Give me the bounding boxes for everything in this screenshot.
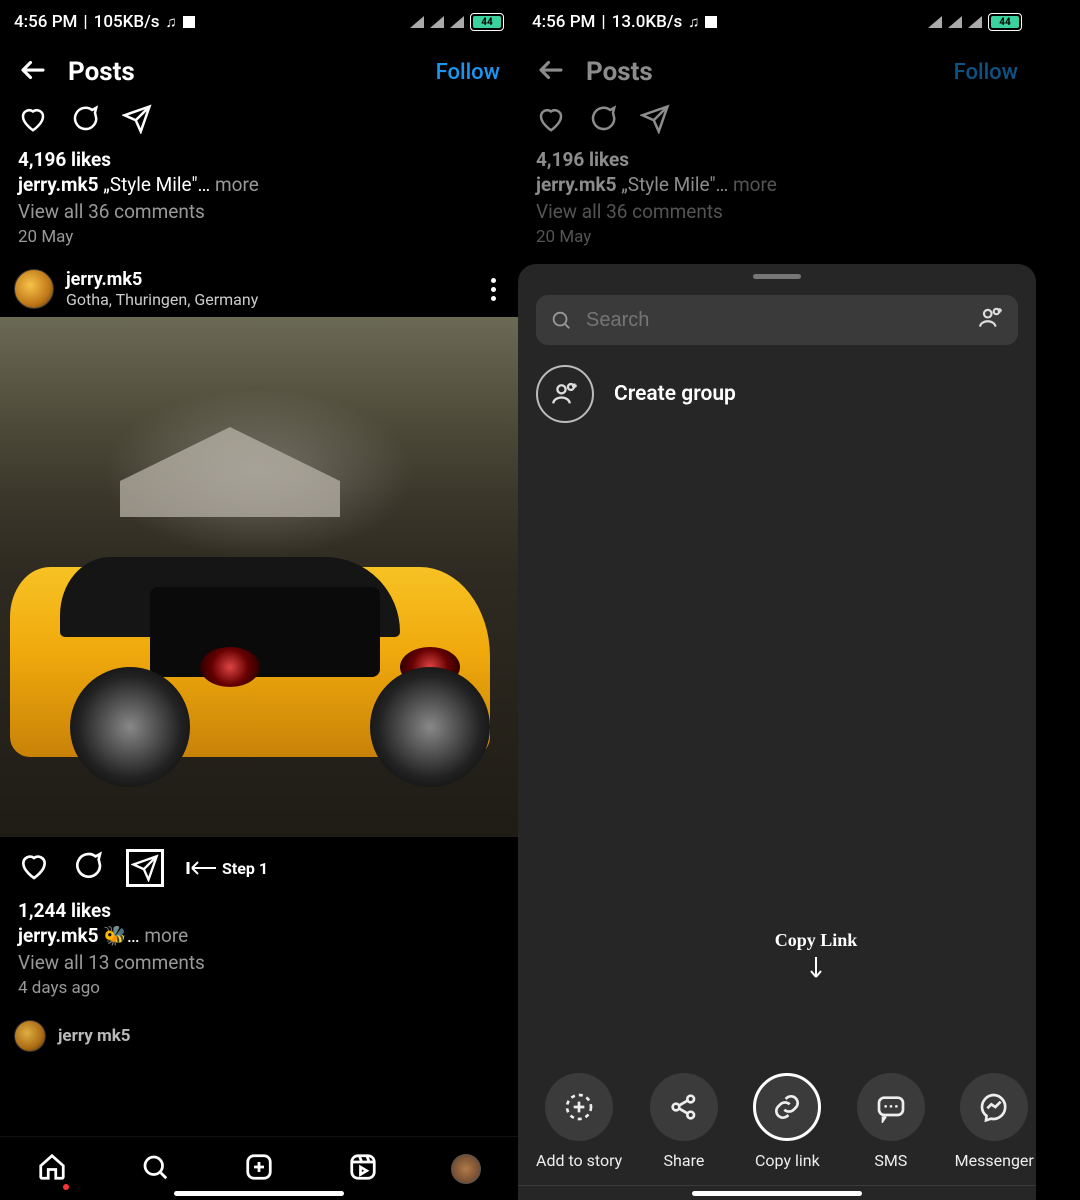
next-post-header: jerry mk5 — [0, 1012, 518, 1052]
music-icon: ♫ — [166, 13, 177, 31]
signal-icon — [430, 16, 444, 28]
nav-search-icon[interactable] — [140, 1152, 170, 1186]
caption[interactable]: jerry.mk5 „Style Mile"… more — [536, 173, 1018, 196]
status-bar: 4:56 PM | 105KB/s ♫ 44 — [0, 0, 518, 44]
share-messenger[interactable]: Messenger — [953, 1073, 1036, 1170]
app-header: Posts Follow — [0, 44, 518, 100]
nav-reels-icon[interactable] — [348, 1152, 378, 1186]
signal-icon — [948, 16, 962, 28]
page-title: Posts — [68, 57, 135, 87]
like-icon[interactable] — [18, 104, 48, 138]
home-indicator — [692, 1191, 862, 1196]
share-options-row: Add to story Share Copy link SMS Messeng… — [518, 1073, 1036, 1170]
comment-icon[interactable] — [72, 850, 104, 886]
annotation-step1: Step 1 — [186, 859, 268, 878]
avatar[interactable] — [14, 1020, 46, 1052]
app-header: Posts Follow — [518, 44, 1036, 100]
post-image[interactable] — [0, 317, 518, 837]
status-time: 4:56 PM — [14, 12, 77, 32]
like-icon[interactable] — [536, 104, 566, 138]
status-time: 4:56 PM — [532, 12, 595, 32]
caption[interactable]: jerry.mk5 🐝… more — [18, 924, 500, 947]
share-share[interactable]: Share — [642, 1073, 725, 1170]
prev-post-actions — [0, 100, 518, 140]
post-date: 4 days ago — [18, 974, 500, 1008]
create-group-button[interactable]: Create group — [518, 359, 1036, 439]
battery-icon: 44 — [470, 13, 504, 31]
like-icon[interactable] — [18, 850, 50, 886]
search-input[interactable] — [586, 309, 964, 332]
back-icon[interactable] — [18, 55, 48, 89]
follow-button[interactable]: Follow — [954, 60, 1018, 85]
annotation-copy-link: Copy Link — [756, 930, 876, 985]
nav-profile-icon[interactable] — [451, 1154, 481, 1184]
post-actions: Step 1 — [0, 837, 518, 891]
status-bar: 4:56 PM | 13.0KB/s ♫ 44 — [518, 0, 1036, 44]
battery-icon: 44 — [988, 13, 1022, 31]
bottom-nav — [0, 1136, 518, 1200]
send-icon[interactable] — [122, 104, 152, 138]
prev-post-actions — [518, 100, 1036, 140]
search-icon — [550, 309, 572, 331]
share-sheet: Create group Copy Link Add to story Shar… — [518, 264, 1036, 1200]
post-date: 20 May — [536, 223, 1018, 257]
post-header: jerry.mk5 Gotha, Thuringen, Germany — [0, 261, 518, 317]
post-username[interactable]: jerry mk5 — [58, 1026, 131, 1046]
sheet-grabber[interactable] — [753, 274, 801, 279]
signal-icon — [410, 16, 424, 28]
caption[interactable]: jerry.mk5 „Style Mile"… more — [18, 173, 500, 196]
status-speed: 13.0KB/s — [612, 12, 683, 32]
page-title: Posts — [586, 57, 653, 87]
avatar[interactable] — [14, 269, 54, 309]
music-icon: ♫ — [688, 13, 699, 31]
stop-icon — [183, 16, 195, 28]
status-speed: 105KB/s — [94, 12, 160, 32]
follow-button[interactable]: Follow — [436, 60, 500, 85]
post-username[interactable]: jerry.mk5 — [66, 269, 258, 290]
share-sms[interactable]: SMS — [849, 1073, 932, 1170]
comment-icon[interactable] — [588, 104, 618, 138]
send-icon[interactable] — [126, 849, 164, 887]
signal-icon — [450, 16, 464, 28]
screenshot-right: 4:56 PM | 13.0KB/s ♫ 44 Posts Follow 4,1… — [518, 0, 1036, 1200]
likes-count[interactable]: 1,244 likes — [18, 895, 500, 924]
send-icon[interactable] — [640, 104, 670, 138]
view-comments[interactable]: View all 36 comments — [18, 196, 500, 223]
screenshot-left: 4:56 PM | 105KB/s ♫ 44 Posts Follow 4,19… — [0, 0, 518, 1200]
create-group-icon — [536, 365, 594, 423]
prev-post-meta: 4,196 likes jerry.mk5 „Style Mile"… more… — [518, 140, 1036, 261]
post-date: 20 May — [18, 223, 500, 257]
notification-dot-icon — [63, 1184, 69, 1190]
home-indicator — [174, 1191, 344, 1196]
share-add-to-story[interactable]: Add to story — [536, 1073, 622, 1170]
share-copy-link[interactable]: Copy link — [746, 1073, 829, 1170]
divider — [518, 1185, 1036, 1186]
add-people-icon[interactable] — [978, 305, 1004, 335]
search-bar[interactable] — [536, 295, 1018, 345]
view-comments[interactable]: View all 36 comments — [536, 196, 1018, 223]
likes-count[interactable]: 4,196 likes — [536, 144, 1018, 173]
prev-post-meta: 4,196 likes jerry.mk5 „Style Mile"… more… — [0, 140, 518, 261]
post-meta: 1,244 likes jerry.mk5 🐝… more View all 1… — [0, 891, 518, 1012]
post-location[interactable]: Gotha, Thuringen, Germany — [66, 290, 258, 309]
nav-create-icon[interactable] — [244, 1152, 274, 1186]
view-comments[interactable]: View all 13 comments — [18, 947, 500, 974]
comment-icon[interactable] — [70, 104, 100, 138]
nav-home-icon[interactable] — [37, 1152, 67, 1186]
signal-icon — [928, 16, 942, 28]
likes-count[interactable]: 4,196 likes — [18, 144, 500, 173]
back-icon[interactable] — [536, 55, 566, 89]
signal-icon — [968, 16, 982, 28]
more-options-icon[interactable] — [483, 270, 504, 309]
stop-icon — [705, 16, 717, 28]
